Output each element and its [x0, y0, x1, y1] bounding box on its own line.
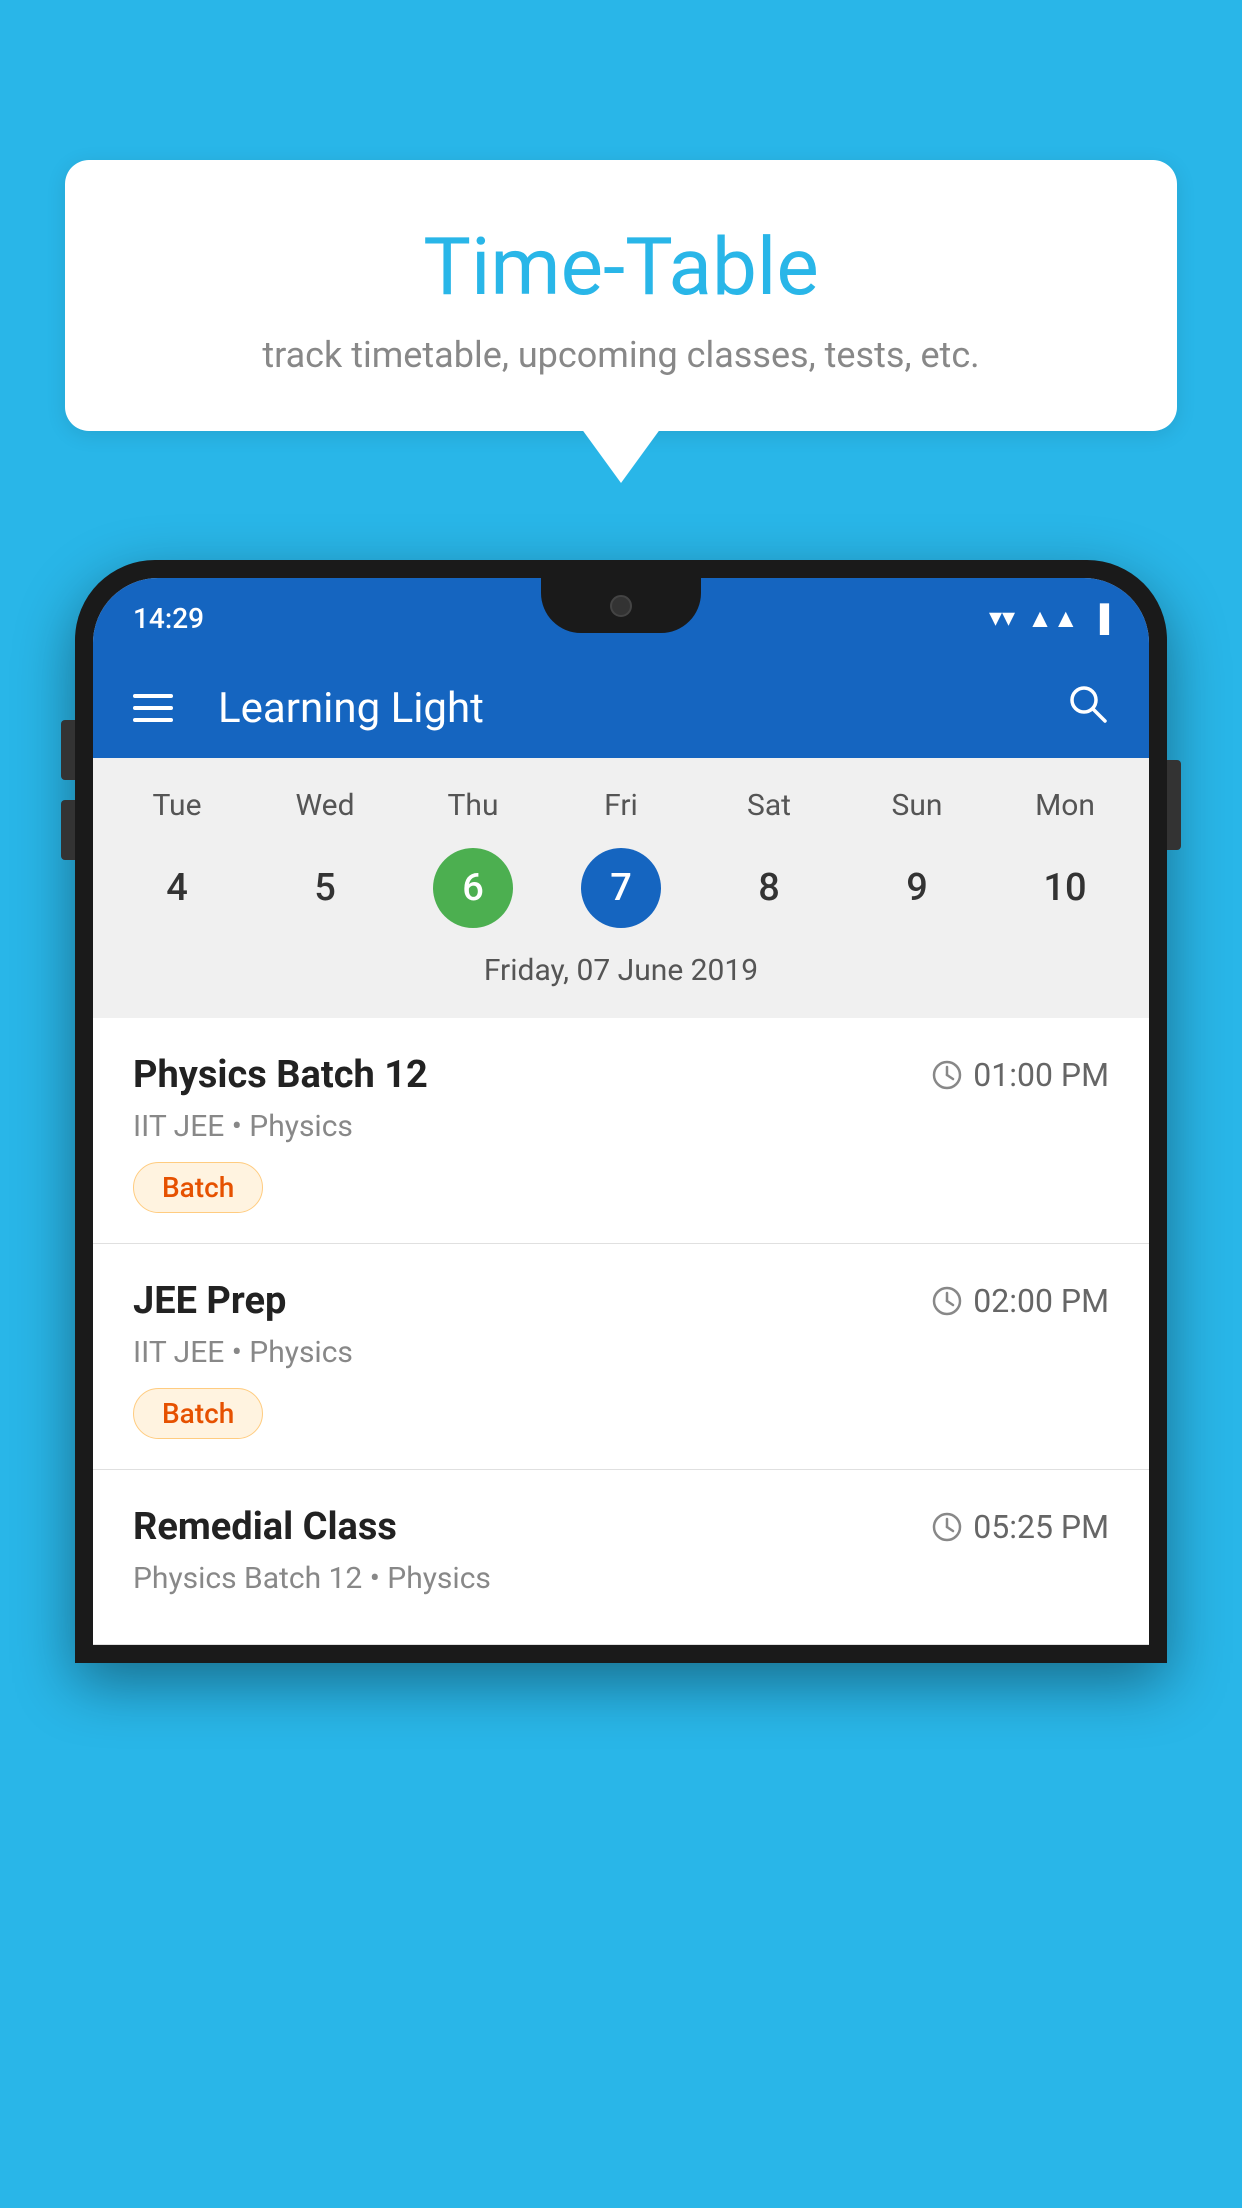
date-9[interactable]: 9: [843, 848, 991, 928]
app-bar: Learning Light: [93, 658, 1149, 758]
day-thu: Thu: [399, 778, 547, 833]
camera: [610, 595, 632, 617]
date-8[interactable]: 8: [695, 848, 843, 928]
item-2-time: 02:00 PM: [931, 1282, 1109, 1320]
date-6-today[interactable]: 6: [433, 848, 513, 928]
clock-icon: [931, 1059, 963, 1091]
item-3-subtitle: Physics Batch 12 • Physics: [133, 1561, 1109, 1596]
item-3-title: Remedial Class: [133, 1505, 397, 1549]
item-1-subtitle: IIT JEE • Physics: [133, 1109, 1109, 1144]
calendar-dates: 4 5 6 7 8 9 10: [93, 848, 1149, 928]
bubble-subtitle: track timetable, upcoming classes, tests…: [115, 334, 1127, 376]
schedule-item-1[interactable]: Physics Batch 12 01:00 PM IIT JEE • Phys…: [93, 1018, 1149, 1244]
notch: [541, 578, 701, 633]
day-sat: Sat: [695, 778, 843, 833]
item-1-time: 01:00 PM: [931, 1056, 1109, 1094]
volume-down-button: [61, 800, 75, 860]
day-wed: Wed: [251, 778, 399, 833]
item-1-badge: Batch: [133, 1162, 263, 1213]
phone-outer: 14:29 ▾▾ ▲▲ ▐ Learning Light: [75, 560, 1167, 1663]
speech-bubble-container: Time-Table track timetable, upcoming cla…: [65, 160, 1177, 431]
date-4[interactable]: 4: [103, 848, 251, 928]
signal-icon: ▲▲: [1027, 603, 1078, 634]
status-time: 14:29: [133, 602, 204, 635]
schedule-item-3[interactable]: Remedial Class 05:25 PM Physics Batch 12…: [93, 1470, 1149, 1645]
phone-screen: 14:29 ▾▾ ▲▲ ▐ Learning Light: [93, 578, 1149, 1645]
status-bar: 14:29 ▾▾ ▲▲ ▐: [93, 578, 1149, 658]
day-fri: Fri: [547, 778, 695, 833]
calendar-section: Tue Wed Thu Fri Sat Sun Mon 4 5 6 7 8 9 …: [93, 758, 1149, 1018]
clock-icon-2: [931, 1285, 963, 1317]
menu-icon[interactable]: [133, 694, 173, 722]
bubble-title: Time-Table: [115, 220, 1127, 314]
date-5[interactable]: 5: [251, 848, 399, 928]
item-1-title: Physics Batch 12: [133, 1053, 428, 1097]
schedule-item-1-header: Physics Batch 12 01:00 PM: [133, 1053, 1109, 1097]
speech-bubble: Time-Table track timetable, upcoming cla…: [65, 160, 1177, 431]
clock-icon-3: [931, 1511, 963, 1543]
item-2-subtitle: IIT JEE • Physics: [133, 1335, 1109, 1370]
volume-up-button: [61, 720, 75, 780]
wifi-icon: ▾▾: [989, 603, 1015, 633]
selected-date-label: Friday, 07 June 2019: [93, 943, 1149, 1008]
phone-mockup: 14:29 ▾▾ ▲▲ ▐ Learning Light: [75, 560, 1167, 2208]
item-2-title: JEE Prep: [133, 1279, 286, 1323]
schedule-list: Physics Batch 12 01:00 PM IIT JEE • Phys…: [93, 1018, 1149, 1645]
calendar-header: Tue Wed Thu Fri Sat Sun Mon: [93, 778, 1149, 833]
date-10[interactable]: 10: [991, 848, 1139, 928]
day-sun: Sun: [843, 778, 991, 833]
schedule-item-3-header: Remedial Class 05:25 PM: [133, 1505, 1109, 1549]
search-icon[interactable]: [1065, 681, 1109, 736]
date-7-selected[interactable]: 7: [581, 848, 661, 928]
schedule-item-2[interactable]: JEE Prep 02:00 PM IIT JEE • Physics Batc…: [93, 1244, 1149, 1470]
day-mon: Mon: [991, 778, 1139, 833]
status-icons: ▾▾ ▲▲ ▐: [989, 603, 1109, 634]
schedule-item-2-header: JEE Prep 02:00 PM: [133, 1279, 1109, 1323]
battery-icon: ▐: [1091, 603, 1109, 634]
power-button: [1167, 760, 1181, 850]
day-tue: Tue: [103, 778, 251, 833]
app-title: Learning Light: [218, 684, 1035, 733]
item-2-badge: Batch: [133, 1388, 263, 1439]
item-3-time: 05:25 PM: [931, 1508, 1109, 1546]
